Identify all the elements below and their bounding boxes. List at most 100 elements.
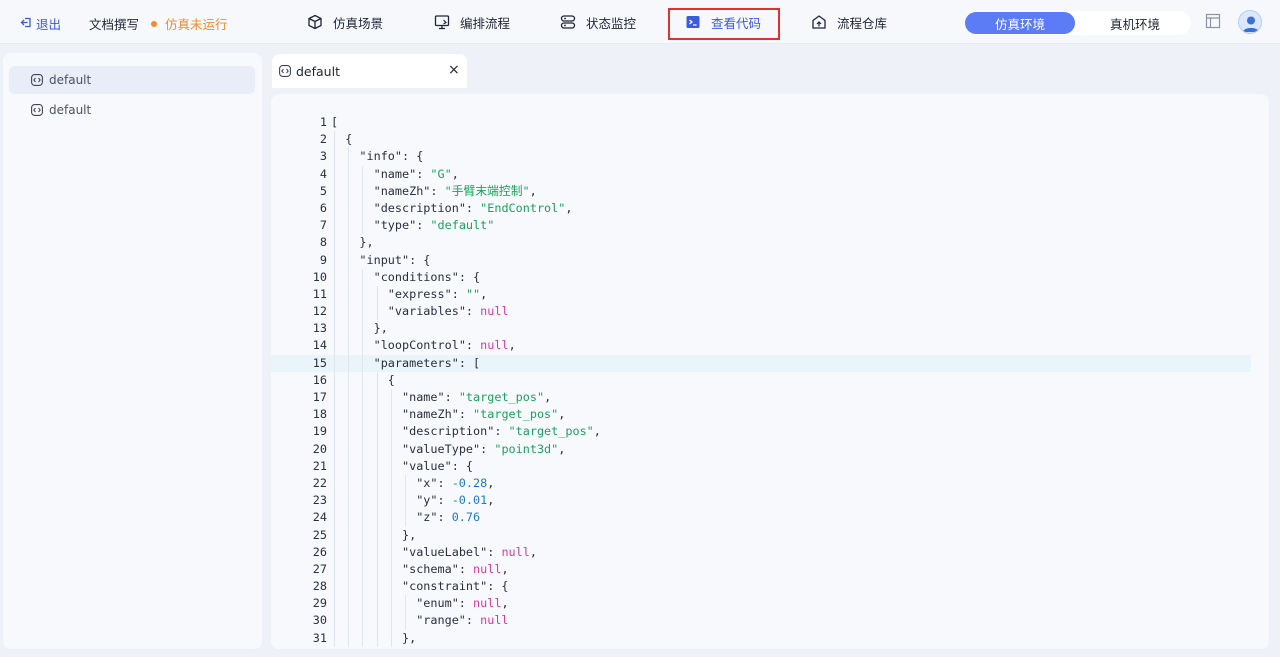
doc-write-link[interactable]: 文档撰写 xyxy=(89,14,139,33)
indent-guide xyxy=(362,354,364,372)
line-text: "value": { xyxy=(402,458,473,475)
top-bar: 退出 文档撰写 仿真未运行 仿真场景 编排流程 状态监控 查看代码 流程仓库 仿… xyxy=(0,0,1280,44)
terminal-icon xyxy=(685,14,701,30)
nav-sim-scene-label: 仿真场景 xyxy=(333,15,384,31)
line-text: "info": { xyxy=(359,148,423,165)
code-line: 26 "valueLabel": null, xyxy=(271,543,1269,561)
code-token: "target_pos" xyxy=(508,424,594,439)
code-token: "default" xyxy=(430,218,495,233)
indent-guide xyxy=(348,423,350,441)
nav-status-monitor[interactable]: 状态监控 xyxy=(560,9,636,35)
code-lines: 1[2{3 "info": {4 "name": "G", 5 "nameZh": "手… xyxy=(271,114,1269,647)
indent-guide xyxy=(334,440,335,458)
indent-guide xyxy=(390,474,392,493)
nav-flow-edit[interactable]: 编排流程 xyxy=(434,9,510,35)
line-number: 12 xyxy=(312,304,327,319)
line-number: 14 xyxy=(312,338,327,353)
nav-view-code[interactable]: 查看代码 xyxy=(685,9,761,35)
indent-guide xyxy=(376,406,378,424)
indent-guide xyxy=(334,543,335,561)
code-line: 31}, xyxy=(271,629,1269,647)
code-line: 2{ xyxy=(271,131,1269,149)
line-text: "range": null xyxy=(416,612,508,629)
indent-guide xyxy=(348,182,350,200)
code-file-icon xyxy=(31,104,43,119)
indent-guide xyxy=(334,165,335,183)
code-editor[interactable]: 1[2{3 "info": {4 "name": "G", 5 "nameZh": "手… xyxy=(271,94,1269,649)
line-text: { xyxy=(388,372,395,389)
sidebar-item-default-1[interactable]: default xyxy=(9,66,255,94)
tab-default[interactable]: default × xyxy=(272,54,467,88)
code-line: 7 "type": "default" xyxy=(271,217,1269,235)
indent-guide xyxy=(348,509,350,527)
indent-guide xyxy=(362,337,364,355)
indent-guide xyxy=(376,612,378,630)
indent-guide xyxy=(362,578,364,596)
code-line: 18 "nameZh": "target_pos", xyxy=(271,406,1269,424)
indent-guide xyxy=(376,423,378,441)
indent-guide xyxy=(390,578,392,596)
close-icon[interactable]: × xyxy=(448,63,460,77)
code-token: "y": xyxy=(416,493,452,508)
indent-guide xyxy=(390,560,392,579)
indent-guide xyxy=(362,595,364,613)
indent-guide xyxy=(348,612,350,630)
code-token: null xyxy=(501,544,530,559)
sim-status: 仿真未运行 xyxy=(151,14,228,33)
nav-sim-scene[interactable]: 仿真场景 xyxy=(307,9,383,35)
monitor-icon xyxy=(434,14,450,30)
line-text: "constraint": { xyxy=(402,578,509,595)
code-line: 14 "loopControl": null, xyxy=(271,337,1269,355)
indent-guide xyxy=(334,457,335,475)
code-token: "schema": xyxy=(402,561,474,576)
code-token: "value": { xyxy=(402,458,474,473)
code-token: , xyxy=(558,441,566,456)
sidebar-item-default-2[interactable]: default xyxy=(9,96,255,124)
indent-guide xyxy=(390,612,392,630)
indent-guide xyxy=(348,234,350,252)
sim-env-button[interactable]: 仿真环境 xyxy=(965,12,1075,34)
indent-guide xyxy=(405,509,406,527)
back-label: 退出 xyxy=(36,17,62,32)
indent-guide xyxy=(362,492,364,510)
code-line: 8}, xyxy=(271,234,1269,252)
code-line: 21 "value": { xyxy=(271,457,1269,475)
line-text: [ xyxy=(331,114,338,131)
server-icon xyxy=(560,14,576,30)
line-number: 15 xyxy=(312,355,327,370)
indent-guide xyxy=(348,440,350,458)
nav-flow-repo[interactable]: 流程仓库 xyxy=(811,9,887,35)
code-token: , xyxy=(501,596,509,611)
indent-guide xyxy=(376,457,378,475)
indent-guide xyxy=(348,199,350,218)
line-number: 29 xyxy=(312,596,327,611)
indent-guide xyxy=(348,406,350,424)
code-token: null xyxy=(473,561,502,576)
line-number: 25 xyxy=(312,527,327,542)
indent-guide xyxy=(362,543,364,561)
line-number: 1 xyxy=(319,115,327,129)
file-sidebar: default default xyxy=(3,53,262,649)
indent-guide xyxy=(348,165,350,183)
code-line: 20 "valueType": "point3d", xyxy=(271,440,1269,458)
nav-flow-repo-label: 流程仓库 xyxy=(837,15,888,31)
layout-toggle-icon[interactable] xyxy=(1205,13,1221,32)
code-line: 10 "conditions": { xyxy=(271,268,1269,286)
code-token: "z": xyxy=(416,510,452,525)
line-text: "valueType": "point3d", xyxy=(402,441,565,458)
indent-guide xyxy=(348,251,350,269)
indent-guide xyxy=(390,526,392,544)
back-button[interactable]: 退出 xyxy=(20,14,61,33)
real-env-button[interactable]: 真机环境 xyxy=(1080,12,1190,34)
indent-guide xyxy=(334,595,335,613)
indent-guide xyxy=(348,595,350,613)
indent-guide xyxy=(376,629,378,647)
indent-guide xyxy=(362,612,364,630)
indent-guide xyxy=(376,474,378,493)
line-text: "variables": null xyxy=(388,303,509,320)
indent-guide xyxy=(376,509,378,527)
code-token: "variables": xyxy=(387,304,481,319)
indent-guide xyxy=(334,371,335,389)
line-text: "description": "EndControl", xyxy=(374,200,573,217)
user-avatar[interactable] xyxy=(1238,10,1262,34)
